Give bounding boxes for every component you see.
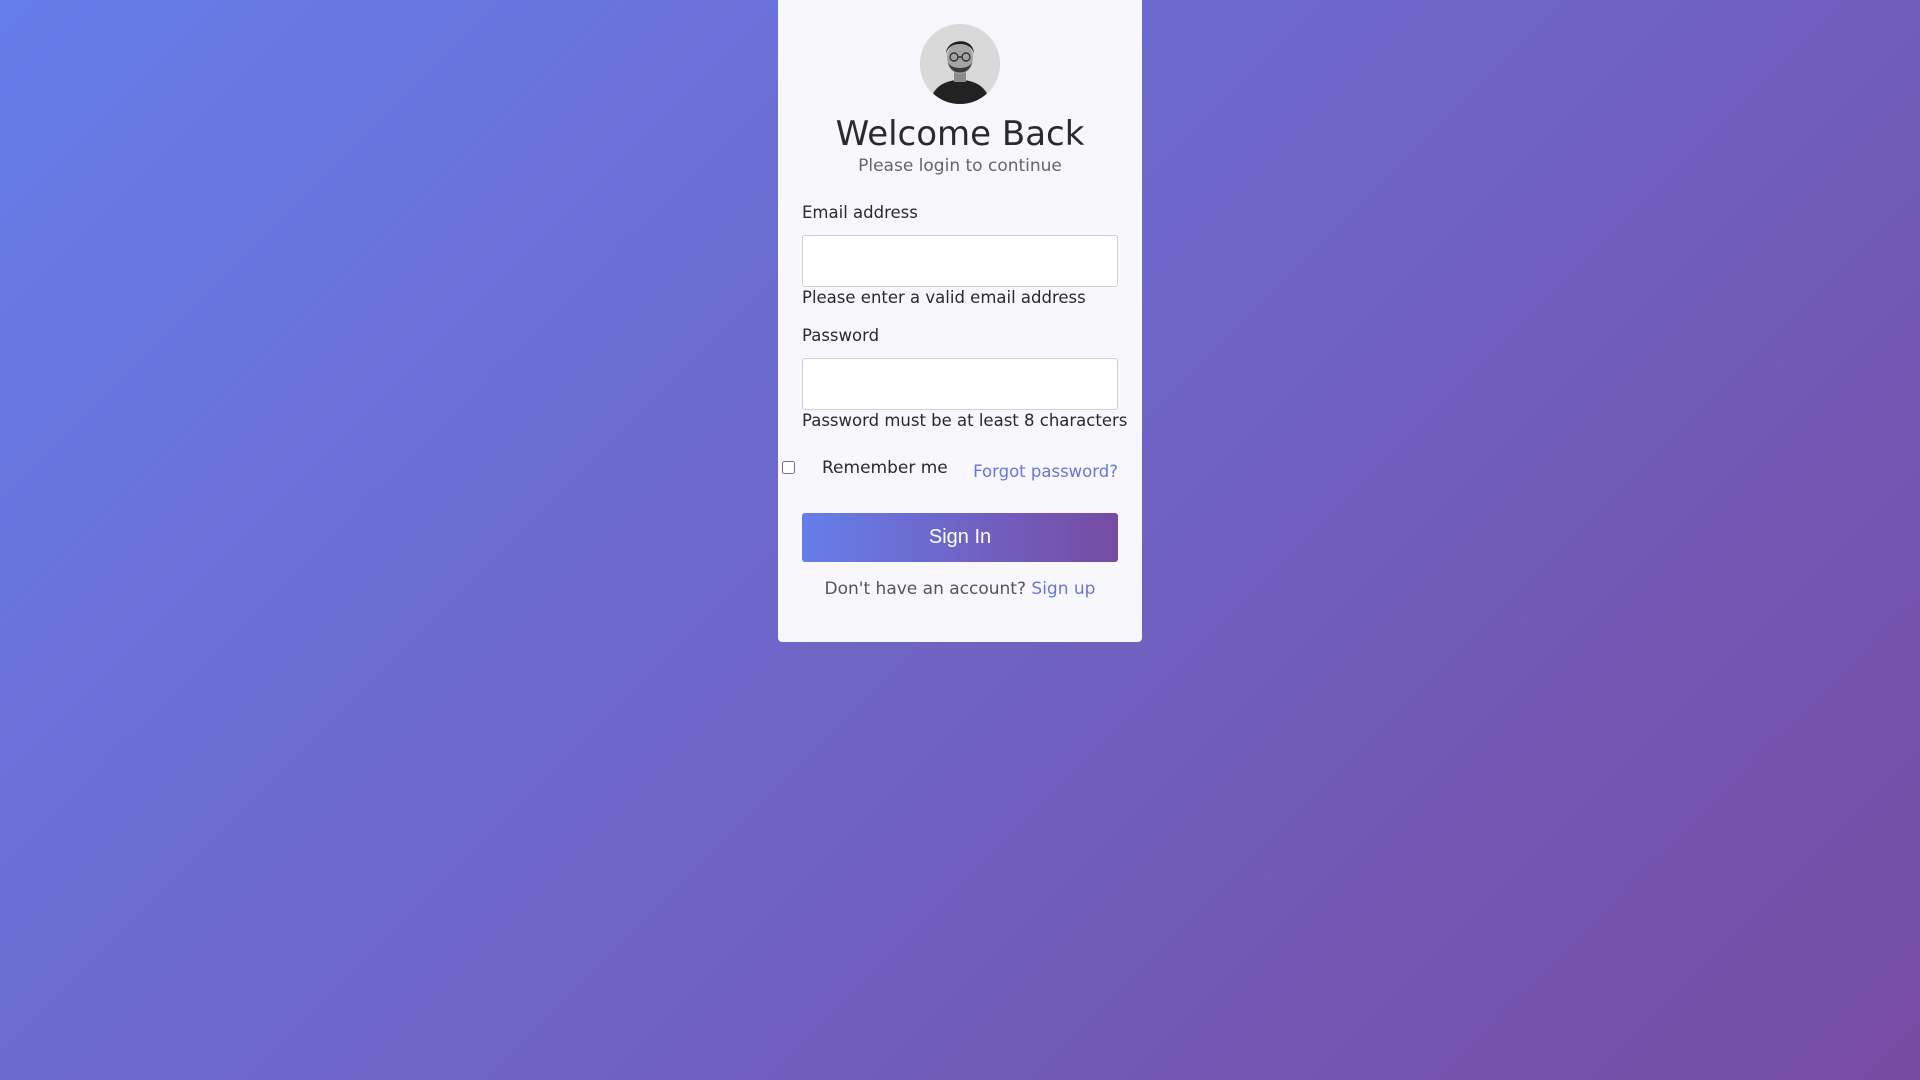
password-label: Password — [802, 326, 880, 345]
forgot-password-link[interactable]: Forgot password? — [973, 462, 1118, 481]
sign-in-button[interactable]: Sign In — [802, 513, 1118, 562]
signup-prompt-text: Don't have an account? — [824, 579, 1032, 599]
page-subtitle: Please login to continue — [858, 156, 1062, 176]
remember-me-checkbox[interactable] — [782, 461, 795, 474]
login-card: Welcome Back Please login to continue Em… — [778, 0, 1142, 642]
email-field[interactable] — [802, 235, 1118, 287]
email-label: Email address — [802, 203, 918, 222]
signup-prompt: Don't have an account? Sign up — [778, 579, 1142, 599]
user-avatar-icon — [920, 24, 1000, 104]
remember-me-label[interactable]: Remember me — [822, 458, 948, 478]
sign-up-link[interactable]: Sign up — [1031, 579, 1095, 599]
password-field[interactable] — [802, 358, 1118, 410]
page-title: Welcome Back — [835, 114, 1085, 154]
password-help-text: Password must be at least 8 characters — [802, 411, 1128, 430]
email-help-text: Please enter a valid email address — [802, 288, 1086, 307]
